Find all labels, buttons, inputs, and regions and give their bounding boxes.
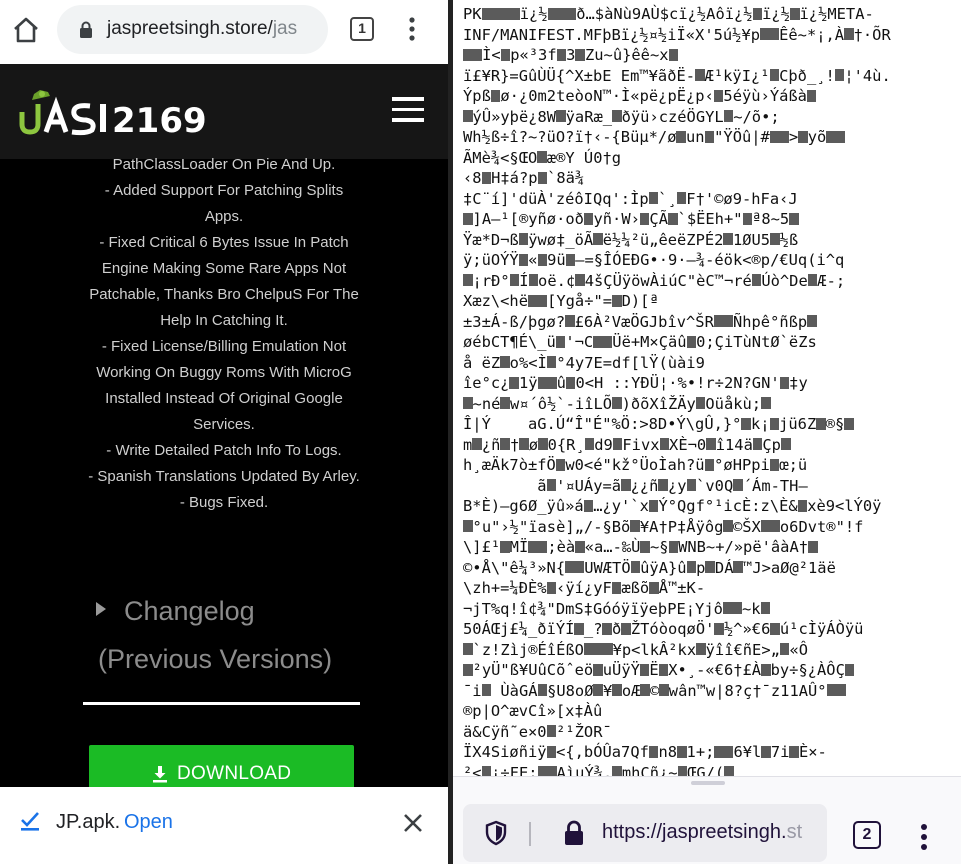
raw-text-line: °u"›½"ïasè]„/-§Bõ ¥A†P‡Åÿôg ©ŠX o6Dvt®"!f <box>463 517 958 538</box>
raw-text-line: å ëZ o%<Ì °4y7E=df[lŸ(ùài9 <box>463 353 705 372</box>
raw-text-line: ÿ;üOÝŸ «9ü —=§ÎÓEÐG•·9·—¾-éök<®p/€Uq(i^q <box>463 251 845 269</box>
changelog-line: Engine Making Some Rare Apps Not <box>101 260 347 277</box>
tab-switcher-button[interactable]: 1 <box>350 17 374 41</box>
raw-text-line: Wh½ß÷î?~?üO?ï†‹-{Büµ*/ø un "ŸÖû|# > yõ <box>463 127 958 148</box>
changelog-line: Working On Buggy Roms With MicroG <box>96 364 352 381</box>
raw-text-line: ‹8 H‡á?p `8ä¾ <box>463 169 585 187</box>
changelog-line: - Fixed License/Billing Emulation Not <box>101 338 347 355</box>
raw-apk-binary-text: PK ï¿½ ð…$àNù9AÙ$cï¿½Aôï¿½ ï¿½ ï¿½META- INF/M… <box>463 4 958 783</box>
changelog-line: Services. <box>193 416 255 433</box>
downloaded-file-name: JP.apk. <box>56 811 121 833</box>
shield-icon[interactable] <box>484 820 508 846</box>
raw-text-line: Ì< p«³3f 3 Zu~û}êê~x <box>463 45 958 66</box>
changelog-line: - Added Support For Patching Splits <box>104 182 344 199</box>
site-header: 2169 <box>0 64 448 159</box>
changelog-line: Apps. <box>204 208 244 225</box>
url-text: jaspreetsingh.store/jas <box>107 18 297 40</box>
raw-text-line: h¸æÄk7ò±fÖ w0<é"kž°ÜoÌah?ü °øHPpi œ;ü <box>463 456 808 474</box>
download-done-icon <box>21 812 39 831</box>
prev-versions-title-line2: (Previous Versions) <box>98 644 333 674</box>
url-host: jaspreetsingh.store/ <box>107 18 273 39</box>
kebab-menu-icon[interactable] <box>914 822 934 852</box>
raw-text-line: Î|Ý aG.Ú“Î"É"%Ö:>8D•Ý\gÛ,}° k¡ jü6Z ®§ <box>463 414 958 435</box>
raw-text-line: Xæz\<hë [Ygå÷"= D)[ª <box>463 292 659 310</box>
raw-text-line: ÃMè¾<§ŒO æ®Y Ú0†g <box>463 148 622 167</box>
raw-text-line: \zh+=¼ÐÈ% ‹ÿí¿yF æßõ Å™±K- <box>463 579 706 597</box>
home-icon[interactable] <box>10 14 42 46</box>
changelog-line: - Spanish Translations Updated By Arley. <box>88 468 360 485</box>
raw-text-line: Ÿæ*D¬ß ÿwø‡_öÃ ë½¼²ü„êeëZPÉ2 1ØU5 ½ß <box>463 230 799 249</box>
raw-text-line: ï£¥R}=GûÙÜ{^X±bE Em™¥ãðË- Æ¹kÿI¿¹ Cþð_¸! ¦'… <box>463 66 891 85</box>
firefox-bottom-toolbar: https://jaspreetsingh.st 2 <box>453 776 961 864</box>
raw-text-line: ¬jT%q!î¢¾"DmS‡GóóÿïÿeþPE¡Yjô ~k <box>463 599 958 620</box>
lock-icon <box>80 21 92 38</box>
raw-text-line: ²yÜ"ß¥UûCõˆeö uÜÿŸ Ë X•¸-«€6†£À by÷§¿ÀÔÇ <box>463 660 958 681</box>
svg-text:2169: 2169 <box>112 101 207 136</box>
raw-text-line: øébCT¶É\_ü '¬C Üë+M×Çäû 0;ÇiTùNtØ`ëZs <box>463 333 817 351</box>
section-divider <box>83 702 360 705</box>
raw-text-line: ã '¤UÁy=ã ¿¿ñ ¿y `v0Q ´Ám-TH— <box>537 476 808 495</box>
raw-text-line: ¡rÐ° Íoë.¢ 4šÇÜÿöwÀiúC"èC™¬ré Úò^De Æ-; <box>463 271 958 292</box>
changelog-line: - Fixed Critical 6 Bytes Issue In Patch <box>99 234 349 251</box>
raw-text-line: îe°c¿ 1ÿ û 0<H ::YÐÜ¦·%•!r÷2N?GN' ‡y <box>463 374 808 392</box>
chrome-browser-pane: jaspreetsingh.store/jas 1 2169 PathClass… <box>0 0 448 864</box>
changelog-line: - Bugs Fixed. <box>179 494 269 511</box>
lock-icon[interactable] <box>563 820 585 846</box>
expand-triangle-icon <box>96 602 106 616</box>
chrome-toolbar: jaspreetsingh.store/jas 1 <box>0 0 448 64</box>
changelog-line: PathClassLoader On Pie And Up. <box>112 156 336 173</box>
url-text: https://jaspreetsingh.st <box>602 821 802 844</box>
raw-text-line: \]£¹ MÏ ;èà «a…-‰Ù ~§ WNB~+/»pë'âàA† <box>463 537 958 558</box>
kebab-menu-icon[interactable] <box>402 14 422 44</box>
address-bar[interactable]: jaspreetsingh.store/jas <box>57 5 328 54</box>
raw-text-line: m ¿ñ † ø 0{R¸ d9 Fivx XÈ¬0 î14ä Çp <box>463 435 958 456</box>
raw-text-line: `z!Zìj®ÉîÉßO ¥p<lkÂ²kx ÿîî€ñE>„ «Ô <box>463 640 958 661</box>
hamburger-menu-icon[interactable] <box>392 97 424 125</box>
raw-text-line: ä&Cÿñ˜e×0 ²¹ŽOR¯ <box>463 722 612 741</box>
raw-text-line: ýÛ»yþë¿8W ÿaRæ_ ðÿü›czéÖGYL ~/õ•; <box>463 107 958 128</box>
changelog-line: - Write Detailed Patch Info To Logs. <box>106 442 342 459</box>
prev-versions-title-line1: Changelog <box>124 596 255 626</box>
firefox-browser-pane: PK ï¿½ ð…$àNù9AÙ$cï¿½Aôï¿½ ï¿½ ï¿½META- INF/M… <box>453 0 961 864</box>
raw-text-line: ©•Å\"ê¼³»N{UWÆTÖ ûÿA}û p DÁ ™J>aØ@²1äë <box>463 558 836 577</box>
raw-text-line: INF/MANIFEST.MFþBï¿½¤½iÏ«X'5ú½¥p Êê~*¡,À †… <box>463 25 891 44</box>
raw-text-line: ]A—¹[®yñø·oð yñ·W› ÇÃ `$ËEh+" ª8~5 <box>463 209 958 230</box>
changelog-line: Installed Instead Of Original Google <box>105 390 343 407</box>
changelog-line: Help In Catching It. <box>160 312 288 329</box>
url-path: jas <box>272 18 298 39</box>
changelog-line: Patchable, Thanks Bro ChelpuS For The <box>89 286 359 303</box>
toolbar-drag-handle[interactable] <box>691 781 725 785</box>
close-icon[interactable] <box>401 811 425 835</box>
raw-text-line: PK ï¿½ ð…$àNù9AÙ$cï¿½Aôï¿½ ï¿½ ï¿½META- <box>463 5 874 23</box>
raw-text-line: ±3±Á-ß/þgø? £6À²VæÖGJbîv^ŠR Ñhpê°ñßp <box>463 312 958 333</box>
raw-text-line: ‡C¨í]'düÀ'zéôIQq':Ìp `¸ F†'©ø9-hFa‹J <box>463 189 798 208</box>
raw-text-line: B*È)—g6Ø_ÿû»á …¿y'`x Ý°Qgf°¹icÈ:z\È& xè9<lÝ… <box>463 497 882 515</box>
raw-text-line: ~né w¤´ô½`-iîLÕ)ðõXîŽÄy Oüåkù; <box>463 394 958 415</box>
raw-text-line: ¯i ÙàGÁ §U8oØ ¥ oÆ © wân™w|8?ç†¯z11AÛ° <box>463 681 958 702</box>
download-icon <box>153 766 167 783</box>
toolbar-separator <box>529 822 531 846</box>
raw-text-line: ÏX4Siøñiÿ <{,bÓÛa7Qf n8 1+; 6¥l 7i È×- <box>463 743 827 761</box>
tab-counter-button[interactable]: 2 <box>853 821 881 849</box>
raw-text-line: ®p|O^ævCî»[x‡Àû <box>463 702 603 720</box>
address-bar[interactable]: https://jaspreetsingh.st <box>463 804 827 862</box>
url-fade: st <box>786 821 803 843</box>
site-logo[interactable]: 2169 <box>16 86 216 136</box>
url-main: https://jaspreetsingh. <box>602 821 787 843</box>
raw-text-line: Ýpß ø·¿0m2teòoN™·Ì«pë¿pË¿p‹ 5éÿù›Ýáßà <box>463 86 958 107</box>
download-complete-bar: JP.apk. Open <box>0 787 448 864</box>
changelog-text: PathClassLoader On Pie And Up. - Added Su… <box>0 152 448 516</box>
open-file-link[interactable]: Open <box>124 811 173 834</box>
download-label: DOWNLOAD <box>177 763 292 784</box>
raw-text-line: 50ÁŒj£¼_ðïÝÍ _? ð ŽTóòoqøÖ' ½^»€6 ú¹cÌÿÁÒÿü <box>463 620 864 638</box>
